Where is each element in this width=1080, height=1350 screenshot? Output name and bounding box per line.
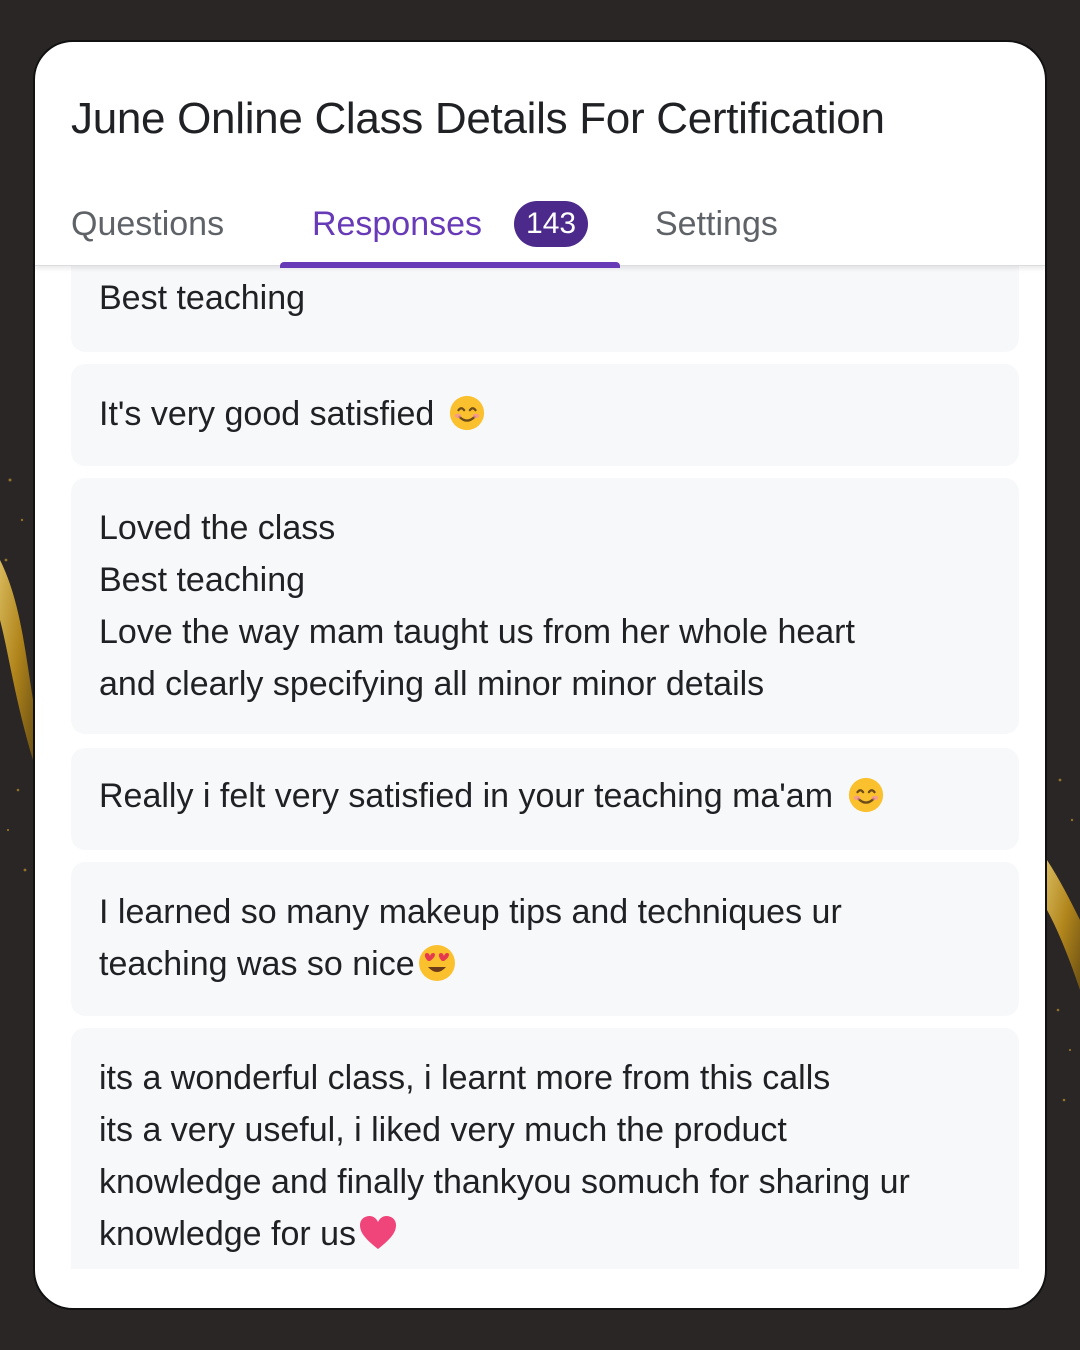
response-card: Really i felt very satisfied in your tea… <box>71 748 1019 850</box>
response-text: its a very useful, i liked very much the… <box>99 1111 787 1149</box>
tab-responses[interactable]: Responses 143 <box>280 182 620 268</box>
tab-responses-label: Responses <box>311 204 483 243</box>
response-card: Best teaching <box>71 266 1019 352</box>
form-card: June Online Class Details For Certificat… <box>33 40 1047 1310</box>
smiling-face-icon <box>450 395 485 431</box>
tab-questions[interactable]: Questions <box>71 182 224 266</box>
heart-icon <box>360 1216 397 1250</box>
response-text: Loved the class <box>99 509 336 547</box>
responses-count-badge: 143 <box>514 201 589 247</box>
response-card: It's very good satisfied <box>71 364 1019 466</box>
response-text: Really i felt very satisfied in your tea… <box>99 770 991 822</box>
responses-list[interactable]: Best teaching It's very good satisfied L… <box>71 266 1019 1269</box>
response-card: its a wonderful class, i learnt more fro… <box>71 1028 1019 1269</box>
response-text: It's very good satisfied <box>99 388 991 440</box>
response-text: knowledge for us <box>99 1208 991 1260</box>
response-text: I learned so many makeup tips and techni… <box>99 893 842 931</box>
response-card: I learned so many makeup tips and techni… <box>71 862 1019 1016</box>
tab-settings[interactable]: Settings <box>655 182 778 266</box>
active-tab-indicator <box>280 262 620 268</box>
heart-eyes-icon <box>418 945 455 982</box>
response-text: and clearly specifying all minor minor d… <box>99 665 765 703</box>
form-title: June Online Class Details For Certificat… <box>71 94 885 143</box>
response-text: knowledge and finally thankyou somuch fo… <box>99 1163 910 1201</box>
response-text: teaching was so nice <box>99 938 991 990</box>
tab-settings-label: Settings <box>655 204 778 243</box>
response-text: Best teaching <box>99 279 306 317</box>
response-card: Loved the class Best teaching Love the w… <box>71 478 1019 734</box>
tab-questions-label: Questions <box>71 204 225 243</box>
smiling-face-icon <box>848 777 884 813</box>
tab-bar: Questions Responses 143 Settings <box>35 182 1045 268</box>
response-text: Best teaching <box>99 561 306 599</box>
response-text: Love the way mam taught us from her whol… <box>99 613 855 651</box>
response-text: its a wonderful class, i learnt more fro… <box>99 1059 831 1097</box>
